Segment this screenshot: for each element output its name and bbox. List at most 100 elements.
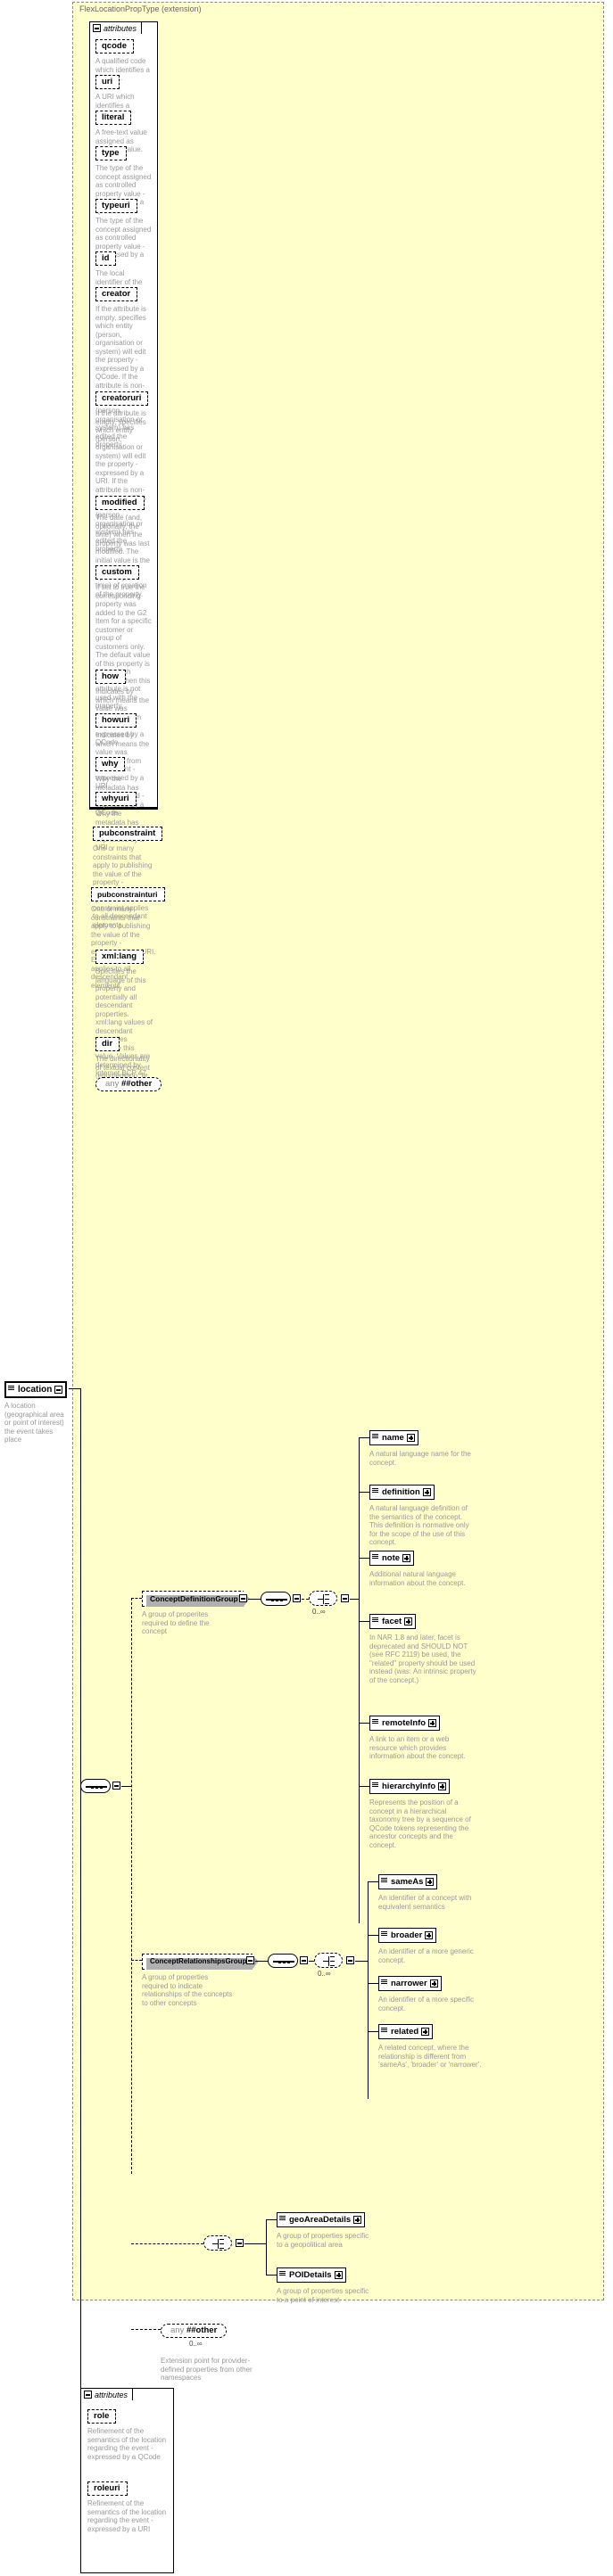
- choice-glyph: [323, 1956, 335, 1966]
- attribute-chip[interactable]: typeuri: [95, 199, 139, 215]
- expand-icon[interactable]: [406, 1434, 415, 1442]
- attribute-roleuri[interactable]: roleuri Refinement of the semantics of t…: [87, 2479, 170, 2533]
- attributes-tab-top[interactable]: attributes: [89, 21, 143, 34]
- attribute-chip[interactable]: uri: [95, 75, 122, 91]
- extension-panel-title: FlexLocationPropType (extension): [79, 4, 202, 13]
- expand-icon[interactable]: [334, 2271, 343, 2279]
- attribute-chip[interactable]: custom: [95, 565, 141, 581]
- collapse-icon[interactable]: [54, 1386, 63, 1394]
- group-conceptrelationshipsgroup[interactable]: ConceptRelationshipsGroup A group of pro…: [142, 1952, 249, 2007]
- attribute-chip[interactable]: how: [95, 670, 128, 686]
- element-note[interactable]: note Additional natural language informa…: [369, 1551, 476, 1587]
- expand-icon[interactable]: [404, 1617, 413, 1625]
- element-box[interactable]: broader: [378, 1928, 440, 1946]
- any-other-box[interactable]: any ##other: [161, 2324, 230, 2341]
- expand-icon[interactable]: [428, 1719, 437, 1727]
- group-box[interactable]: ConceptRelationshipsGroup: [142, 1954, 258, 1970]
- element-box[interactable]: related: [378, 2024, 436, 2042]
- element-type-icon: [381, 1979, 388, 1988]
- element-box[interactable]: remoteInfo: [369, 1716, 443, 1733]
- element-box[interactable]: location: [4, 1381, 70, 1400]
- element-definition[interactable]: definition A natural language definition…: [369, 1485, 476, 1547]
- choice-glyph: [212, 2239, 225, 2249]
- element-description: A related concept, where the relationshi…: [378, 2044, 482, 2069]
- element-poidetails[interactable]: POIDetails A group of properties specifi…: [277, 2267, 377, 2304]
- connector-line: [359, 1621, 369, 1622]
- element-sameas[interactable]: sameAs An identifier of a concept with e…: [378, 1874, 482, 1911]
- element-narrower[interactable]: narrower An identifier of a more specifi…: [378, 1976, 482, 2012]
- attribute-chip[interactable]: pubconstraint: [93, 827, 165, 843]
- attribute-chip[interactable]: role: [87, 2409, 119, 2425]
- connector-line: [266, 2219, 277, 2220]
- element-name[interactable]: name A natural language name for the con…: [369, 1430, 475, 1467]
- collapse-icon-group-1[interactable]: [239, 1594, 247, 1602]
- collapse-icon-details[interactable]: [236, 2239, 244, 2247]
- any-other-bottom[interactable]: any ##other 0..∞ Extension point for pro…: [161, 2321, 259, 2383]
- root-element-location[interactable]: location A location (geographical area o…: [4, 1381, 70, 1444]
- element-box[interactable]: definition: [369, 1485, 437, 1502]
- sequence-node-main[interactable]: [80, 1779, 114, 1797]
- any-other-top[interactable]: any ##other: [95, 1074, 165, 1094]
- choice-node-group-1[interactable]: [309, 1591, 341, 1609]
- choice-node-group-2[interactable]: [314, 1953, 346, 1971]
- attribute-chip[interactable]: creatoruri: [95, 391, 151, 407]
- collapse-icon[interactable]: [341, 1594, 349, 1602]
- expand-icon[interactable]: [429, 1979, 438, 1988]
- connector-line: [368, 1935, 378, 1936]
- attribute-chip[interactable]: whyuri: [95, 792, 138, 808]
- collapse-icon[interactable]: [346, 1956, 354, 1964]
- group-box[interactable]: ConceptDefinitionGroup: [142, 1591, 250, 1607]
- connector-line: [131, 1598, 132, 2174]
- collapse-icon[interactable]: [300, 1956, 308, 1964]
- element-box[interactable]: name: [369, 1430, 421, 1448]
- sequence-node-group-2[interactable]: [268, 1954, 302, 1971]
- expand-icon[interactable]: [426, 1878, 435, 1886]
- attribute-chip[interactable]: creator: [95, 287, 140, 303]
- collapse-icon[interactable]: [93, 24, 101, 32]
- collapse-icon[interactable]: [293, 1594, 301, 1602]
- collapse-icon[interactable]: [84, 2391, 92, 2399]
- expand-icon[interactable]: [422, 1488, 431, 1496]
- expand-icon[interactable]: [438, 1782, 447, 1790]
- bottom-attributes-tab[interactable]: attributes: [80, 2388, 134, 2400]
- connector-line: [266, 2275, 277, 2276]
- expand-icon[interactable]: [425, 1931, 434, 1939]
- attribute-chip[interactable]: type: [95, 146, 128, 162]
- element-hierarchyinfo[interactable]: hierarchyInfo Represents the position of…: [369, 1779, 478, 1849]
- element-box[interactable]: note: [369, 1551, 418, 1568]
- element-geoareadetails[interactable]: geoAreaDetails A group of properties spe…: [277, 2212, 377, 2249]
- element-box[interactable]: sameAs: [378, 1874, 441, 1892]
- attribute-chip[interactable]: id: [95, 251, 119, 267]
- expand-icon[interactable]: [353, 2216, 362, 2224]
- expand-icon[interactable]: [402, 1554, 411, 1562]
- attribute-chip[interactable]: modified: [95, 496, 146, 512]
- element-box[interactable]: facet: [369, 1614, 419, 1632]
- attribute-chip[interactable]: literal: [95, 111, 134, 127]
- group-conceptdefinitiongroup[interactable]: ConceptDefinitionGroup A group of proper…: [142, 1590, 242, 1636]
- element-box[interactable]: narrower: [378, 1976, 444, 1994]
- expand-icon[interactable]: [421, 2028, 430, 2036]
- element-type-icon: [372, 1617, 379, 1625]
- collapse-icon-group-2[interactable]: [246, 1956, 254, 1964]
- any-other-box[interactable]: any ##other: [95, 1077, 165, 1094]
- element-box[interactable]: POIDetails: [277, 2267, 349, 2285]
- attribute-role[interactable]: role Refinement of the semantics of the …: [87, 2407, 170, 2461]
- element-description: Represents the position of a concept in …: [369, 1798, 471, 1849]
- element-remoteinfo[interactable]: remoteInfo A link to an item or a web re…: [369, 1716, 476, 1761]
- element-related[interactable]: related A related concept, where the rel…: [378, 2024, 485, 2070]
- attribute-chip[interactable]: qcode: [95, 39, 136, 55]
- attribute-chip[interactable]: pubconstrainturi: [91, 887, 167, 903]
- attribute-chip[interactable]: why: [95, 757, 128, 773]
- collapse-icon-main-sequence[interactable]: [112, 1782, 120, 1790]
- sequence-node-group-1[interactable]: [261, 1592, 294, 1609]
- element-box[interactable]: hierarchyInfo: [369, 1779, 453, 1797]
- element-box[interactable]: geoAreaDetails: [277, 2212, 369, 2230]
- element-facet[interactable]: facet In NAR 1.8 and later, facet is dep…: [369, 1614, 478, 1684]
- choice-node-details[interactable]: [203, 2235, 236, 2254]
- attribute-chip[interactable]: roleuri: [87, 2481, 129, 2498]
- attribute-chip[interactable]: xml:lang: [95, 950, 146, 966]
- attribute-chip[interactable]: dir: [95, 1037, 122, 1053]
- element-broader[interactable]: broader An identifier of a more generic …: [378, 1928, 482, 1964]
- connector-line: [248, 1599, 261, 1600]
- attribute-chip[interactable]: howuri: [95, 713, 139, 729]
